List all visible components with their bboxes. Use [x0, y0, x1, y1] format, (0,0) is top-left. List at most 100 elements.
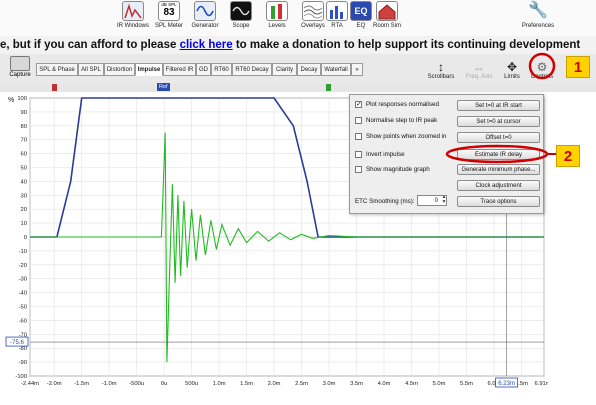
ir-windows-button[interactable]: IR Windows — [116, 1, 150, 35]
capture-label: Capture — [9, 72, 31, 78]
etc-smoothing-spinner[interactable]: ▲ ▼ — [441, 195, 447, 206]
label-show-points: Show points when zoomed in — [366, 133, 447, 140]
tab-rt60[interactable]: RT60 — [211, 63, 232, 76]
x-tick-label: 6.91ms — [534, 381, 548, 387]
tab-more[interactable]: » — [351, 63, 363, 76]
freq-axis-label: Freq. Axis — [465, 74, 493, 80]
donation-link[interactable]: click here — [180, 39, 233, 51]
estimate-ir-delay-button[interactable]: Estimate IR delay — [457, 149, 540, 160]
tab-impulse[interactable]: Impulse — [135, 63, 163, 76]
offset-t0-button[interactable]: Offset t=0 — [457, 132, 540, 143]
scope-icon — [230, 1, 252, 21]
trace-options-button[interactable]: Trace options — [457, 196, 540, 207]
scrollbars-label: Scrollbars — [427, 74, 455, 80]
etc-smoothing-label: ETC Smoothing (ms): — [355, 198, 415, 205]
room-sim-label: Room Sim — [372, 23, 401, 29]
room-sim-button[interactable]: Room Sim — [370, 1, 404, 35]
capture-button[interactable]: Capture — [6, 56, 34, 78]
x-tick-label: 3.5m — [350, 381, 363, 387]
ir-windows-label: IR Windows — [116, 23, 149, 29]
tab-rt60-decay[interactable]: RT60 Decay — [232, 63, 272, 76]
banner-text-before: e, but if you can afford to please — [0, 39, 180, 51]
scrollbars-button[interactable]: ↕ Scrollbars — [423, 60, 459, 80]
start-marker[interactable] — [52, 84, 57, 91]
label-show-magnitude: Show magnitude graph — [366, 166, 430, 173]
levels-label: Levels — [268, 23, 286, 29]
y-tick-label: -50 — [19, 305, 27, 311]
spl-meter-label: SPL Meter — [154, 23, 184, 29]
clock-adjustment-button[interactable]: Clock adjustment — [457, 180, 540, 191]
x-tick-label: 500u — [185, 381, 198, 387]
preferences-label: Preferences — [521, 23, 555, 29]
y-tick-label: -60 — [19, 318, 27, 324]
y-tick-label: -80 — [19, 346, 27, 352]
y-tick-label: -90 — [19, 360, 27, 366]
x-tick-label: 1.5m — [240, 381, 253, 387]
scope-button[interactable]: Scope — [224, 1, 258, 35]
y-tick-label: 100 — [17, 96, 27, 102]
set-t0-ir-start-button[interactable]: Set t=0 at IR start — [457, 100, 540, 111]
generator-label: Generator — [191, 23, 219, 29]
y-tick-label: 90 — [21, 110, 27, 116]
freq-axis-button[interactable]: ↔ Freq. Axis — [461, 60, 497, 80]
x-tick-label: -1.5m — [74, 381, 89, 387]
x-tick-label: 1.0m — [213, 381, 226, 387]
controls-label: Controls — [530, 74, 554, 80]
tab-waterfall[interactable]: Waterfall — [321, 63, 351, 76]
generator-button[interactable]: Generator — [188, 1, 222, 35]
tab-clarity[interactable]: Clarity — [272, 63, 297, 76]
levels-icon — [266, 1, 288, 21]
camera-icon — [10, 56, 30, 71]
spl-meter-icon: dB SPL 83 — [158, 1, 180, 21]
y-tick-label: 80 — [21, 124, 27, 130]
tab-gd[interactable]: GD — [196, 63, 211, 76]
checkbox-plot-normalised[interactable]: ✓ — [355, 101, 362, 108]
spl-meter-value: 83 — [163, 7, 175, 18]
generator-icon — [194, 1, 216, 21]
banner-text-after: to make a donation to help support its c… — [232, 39, 581, 51]
controls-panel: ✓ Plot responses normalised Normalise st… — [349, 94, 544, 214]
main-toolbar: IR Windows dB SPL 83 SPL Meter Generator… — [0, 0, 596, 36]
y-tick-label: 30 — [21, 193, 27, 199]
x-tick-label: 2.0m — [268, 381, 281, 387]
checkbox-show-magnitude[interactable] — [355, 166, 362, 173]
y-tick-label: -100 — [15, 374, 27, 380]
cursor-x-readout: 6.23m — [498, 381, 515, 387]
cursor-y-readout: -75.6 — [10, 340, 24, 346]
x-tick-label: 4.0m — [378, 381, 391, 387]
y-tick-label: -40 — [19, 291, 27, 297]
y-unit-label: % — [8, 97, 14, 104]
x-tick-label: 4.5m — [405, 381, 418, 387]
freq-axis-icon: ↔ — [473, 60, 485, 74]
tab-filtered-ir[interactable]: Filtered IR — [163, 63, 196, 76]
x-tick-label: -500u — [129, 381, 144, 387]
checkbox-normalise-step[interactable] — [355, 117, 362, 124]
x-tick-label: 0u — [161, 381, 167, 387]
tab-spl-phase[interactable]: SPL & Phase — [36, 63, 78, 76]
x-tick-label: 3.0m — [323, 381, 336, 387]
preferences-button[interactable]: 🔧 Preferences — [518, 1, 558, 35]
tab-decay[interactable]: Decay — [297, 63, 321, 76]
label-plot-normalised: Plot responses normalised — [366, 101, 439, 108]
tab-distortion[interactable]: Distortion — [104, 63, 135, 76]
spl-meter-button[interactable]: dB SPL 83 SPL Meter — [152, 1, 186, 35]
donation-banner: e, but if you can afford to please click… — [0, 36, 596, 54]
room-sim-icon — [376, 1, 398, 21]
set-t0-cursor-button[interactable]: Set t=0 at cursor — [457, 116, 540, 127]
levels-button[interactable]: Levels — [260, 1, 294, 35]
callout-badge-1: 1 — [566, 56, 590, 78]
generate-min-phase-button[interactable]: Generate minimum phase... — [457, 164, 540, 175]
y-tick-label: 50 — [21, 166, 27, 172]
checkbox-invert-impulse[interactable] — [355, 151, 362, 158]
tab-all-spl[interactable]: All SPL — [78, 63, 104, 76]
y-tick-label: -10 — [19, 249, 27, 255]
controls-button[interactable]: ⚙ Controls — [524, 60, 560, 80]
y-tick-label: 70 — [21, 138, 27, 144]
y-tick-label: 40 — [21, 179, 27, 185]
checkbox-show-points[interactable] — [355, 133, 362, 140]
end-marker[interactable] — [326, 84, 331, 91]
y-tick-label: 20 — [21, 207, 27, 213]
marker-bar: Ref — [0, 83, 596, 92]
ref-marker[interactable]: Ref — [157, 83, 170, 91]
label-normalise-step: Normalise step to IR peak — [366, 117, 438, 124]
